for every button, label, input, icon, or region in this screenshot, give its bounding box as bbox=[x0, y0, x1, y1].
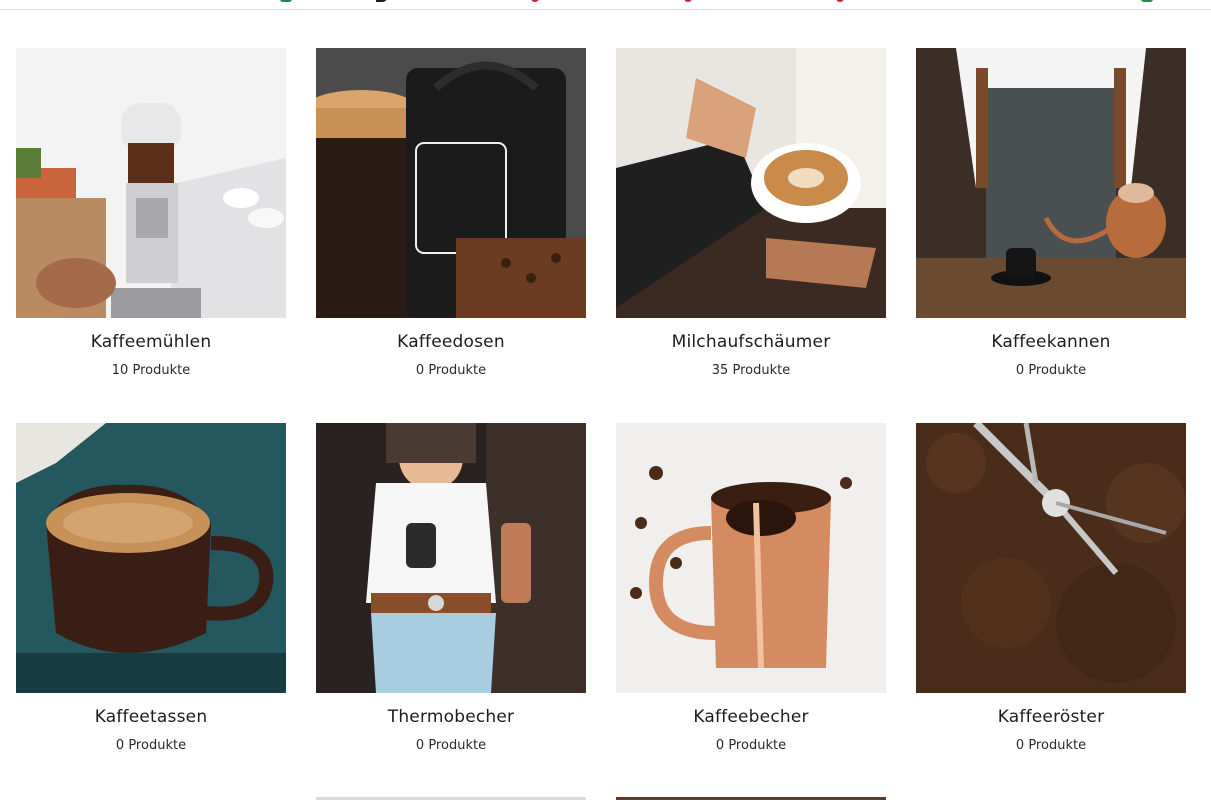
category-count: 35 Produkte bbox=[711, 363, 791, 378]
user-icon[interactable] bbox=[376, 0, 388, 2]
heart-icon[interactable] bbox=[836, 0, 844, 2]
category-title[interactable]: Milchaufschäumer bbox=[616, 332, 886, 352]
category-count: 0 Produkte bbox=[415, 363, 487, 378]
category-title[interactable]: Kaffeemühlen bbox=[16, 332, 286, 352]
thermo-mug-image[interactable] bbox=[316, 423, 586, 693]
cart-icon[interactable] bbox=[280, 0, 292, 2]
header-bar bbox=[0, 0, 1211, 10]
coffee-cup-image[interactable] bbox=[16, 423, 286, 693]
coffee-grinder-image[interactable] bbox=[16, 48, 286, 318]
category-title[interactable]: Kaffeeröster bbox=[916, 707, 1186, 727]
category-count: 0 Produkte bbox=[115, 738, 187, 753]
heart-icon[interactable] bbox=[684, 0, 692, 2]
category-title[interactable]: Kaffeebecher bbox=[616, 707, 886, 727]
category-count: 0 Produkte bbox=[715, 738, 787, 753]
category-count: 0 Produkte bbox=[415, 738, 487, 753]
copper-mug-image[interactable] bbox=[616, 423, 886, 693]
category-title[interactable]: Kaffeetassen bbox=[16, 707, 286, 727]
category-title[interactable]: Kaffeekannen bbox=[916, 332, 1186, 352]
category-count: 0 Produkte bbox=[1015, 738, 1087, 753]
barista-kettle-image[interactable] bbox=[916, 48, 1186, 318]
category-title[interactable]: Thermobecher bbox=[316, 707, 586, 727]
category-count: 10 Produkte bbox=[111, 363, 191, 378]
coffee-canister-image[interactable] bbox=[316, 48, 586, 318]
milk-frother-image[interactable] bbox=[616, 48, 886, 318]
category-count: 0 Produkte bbox=[1015, 363, 1087, 378]
heart-icon[interactable] bbox=[531, 0, 539, 2]
coffee-roaster-image[interactable] bbox=[916, 423, 1186, 693]
bag-icon[interactable] bbox=[1141, 0, 1153, 2]
category-title[interactable]: Kaffeedosen bbox=[316, 332, 586, 352]
